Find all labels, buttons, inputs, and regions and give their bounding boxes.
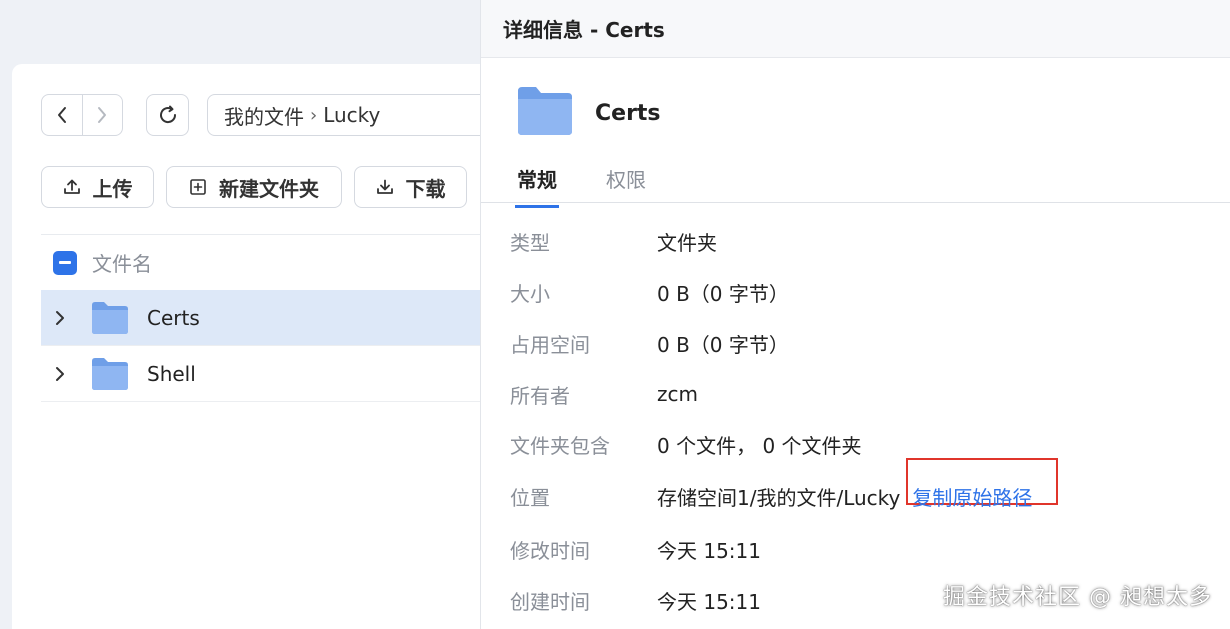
file-row-shell[interactable]: Shell [41,346,501,402]
file-name: Certs [147,305,200,330]
new-folder-label: 新建文件夹 [219,176,319,201]
breadcrumb-current[interactable]: Lucky [323,103,380,127]
info-value: 0 个文件， 0 个文件夹 [657,433,862,458]
details-tabs: 常规 权限 [481,150,1230,208]
copy-original-path-label: 复制原始路径 [912,485,1033,510]
tab-permissions[interactable]: 权限 [606,164,646,205]
history-nav [41,94,123,136]
file-list-header: 文件名 [41,234,501,290]
column-name-header[interactable]: 文件名 [92,248,152,277]
info-value: 0 B（0 字节） [657,332,789,357]
upload-icon [63,179,80,194]
back-button[interactable] [42,95,82,135]
expand-chevron-icon[interactable] [55,310,81,326]
info-row-size: 大小 0 B（0 字节） [510,277,789,307]
info-key: 位置 [510,485,550,510]
download-icon [376,179,393,194]
folder-large-icon [517,86,573,140]
info-row-location: 位置 存储空间1/我的文件/Lucky 复制原始路径 [510,457,1059,511]
details-header: 详细信息 - Certs [481,0,1230,58]
info-key: 修改时间 [510,538,590,563]
info-key: 占用空间 [510,332,590,357]
upload-label: 上传 [92,176,133,201]
file-manager-pane: 我的文件 › Lucky 上传 新建文件夹 下载 文件名 Certs Shell [12,64,507,629]
folder-icon [91,357,129,391]
details-panel: 详细信息 - Certs Certs 常规 权限 类型 文件夹 大小 0 B（0… [480,0,1230,629]
info-row-owner: 所有者 zcm [510,379,698,409]
tab-general[interactable]: 常规 [515,164,559,208]
info-value: 今天 15:11 [657,538,761,563]
info-row-created: 创建时间 今天 15:11 [510,585,761,615]
info-value: zcm [657,382,698,406]
info-row-modified: 修改时间 今天 15:11 [510,534,761,564]
info-key: 大小 [510,281,550,306]
info-row-contents: 文件夹包含 0 个文件， 0 个文件夹 [510,429,862,459]
expand-chevron-icon[interactable] [55,366,81,382]
info-key: 文件夹包含 [510,433,610,458]
download-label: 下载 [405,176,446,201]
info-row-disk-usage: 占用空间 0 B（0 字节） [510,328,789,358]
file-name: Shell [147,361,196,386]
folder-icon [91,301,129,335]
chevron-left-icon [57,107,66,123]
info-key: 所有者 [510,383,570,408]
details-hero: Certs [517,86,661,140]
file-row-certs[interactable]: Certs [41,290,501,346]
select-all-checkbox[interactable] [53,250,77,275]
download-button[interactable]: 下载 [354,166,467,208]
info-value: 文件夹 [657,230,717,255]
breadcrumb-separator: › [310,104,318,126]
info-value: 存储空间1/我的文件/Lucky [657,485,901,510]
watermark: 掘金技术社区 @ 昶想太多 [943,585,1212,610]
info-row-type: 类型 文件夹 [510,226,717,256]
forward-button[interactable] [81,95,123,135]
new-folder-button[interactable]: 新建文件夹 [166,166,342,208]
upload-button[interactable]: 上传 [41,166,154,208]
new-folder-icon [190,179,206,195]
info-value: 今天 15:11 [657,589,761,614]
info-value: 0 B（0 字节） [657,281,789,306]
refresh-button[interactable] [146,94,189,136]
chevron-right-icon [98,107,107,123]
breadcrumb-root[interactable]: 我的文件 [224,101,304,130]
info-key: 类型 [510,230,550,255]
refresh-icon [159,105,176,124]
breadcrumb[interactable]: 我的文件 › Lucky [207,94,507,136]
copy-original-path-link[interactable]: 复制原始路径 [906,457,1059,511]
info-key: 创建时间 [510,589,590,614]
details-title: 详细信息 - Certs [503,18,665,42]
item-name: Certs [595,100,661,126]
